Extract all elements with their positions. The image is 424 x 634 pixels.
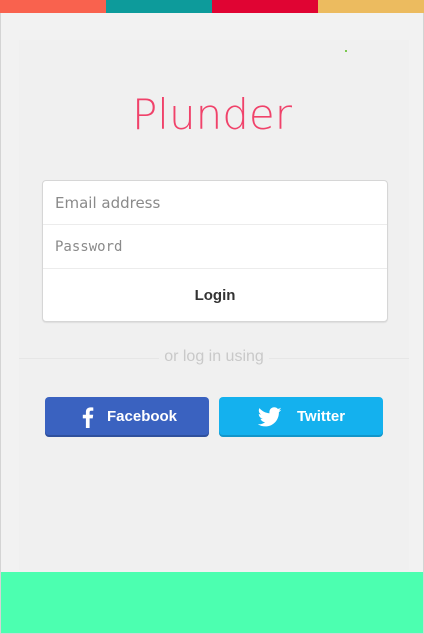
stripe-coral	[0, 0, 106, 13]
twitter-button-label: Twitter	[297, 408, 346, 425]
app-logo: Plunder	[131, 90, 292, 139]
password-field[interactable]	[43, 225, 387, 268]
login-button[interactable]: Login	[43, 269, 387, 321]
divider-line-right	[269, 358, 409, 359]
decorative-dot	[345, 50, 347, 52]
divider-text: or log in using	[164, 348, 264, 365]
facebook-icon	[75, 405, 101, 429]
login-form: Login	[42, 180, 388, 322]
stripe-gold	[318, 0, 424, 13]
bottom-color-band	[1, 572, 423, 633]
facebook-login-button[interactable]: Facebook	[45, 397, 209, 437]
top-color-stripes	[0, 0, 424, 13]
stripe-red	[212, 0, 318, 13]
stripe-teal	[106, 0, 212, 13]
twitter-icon	[257, 405, 283, 429]
alternative-login-divider: or log in using	[19, 347, 409, 369]
facebook-button-label: Facebook	[107, 408, 178, 425]
email-field[interactable]	[43, 181, 387, 224]
twitter-login-button[interactable]: Twitter	[219, 397, 383, 437]
